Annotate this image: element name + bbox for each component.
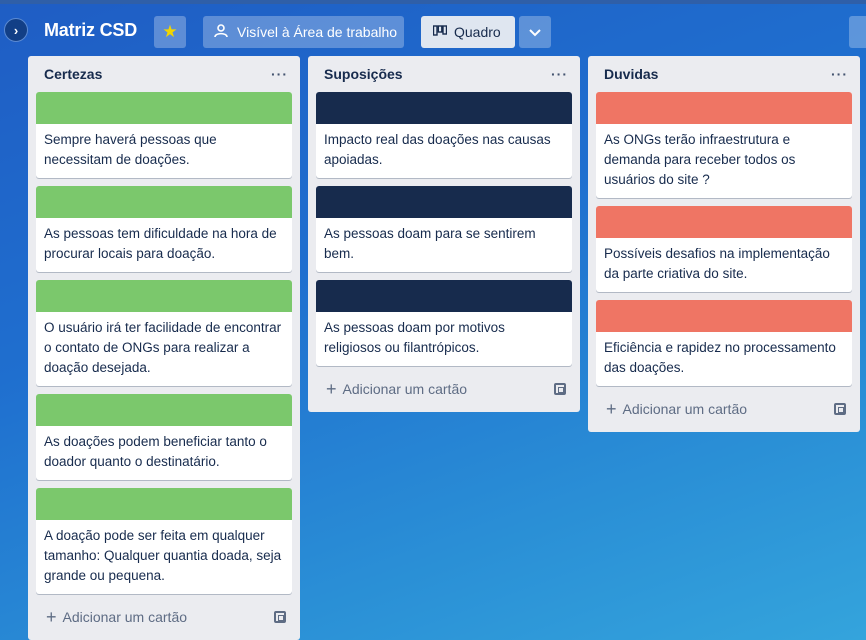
add-card-label: Adicionar um cartão — [622, 401, 748, 417]
list-footer: + Adicionar um cartão — [36, 602, 292, 632]
card[interactable]: As pessoas doam por motivos religiosos o… — [316, 280, 572, 366]
card-cover — [36, 394, 292, 426]
list-footer: + Adicionar um cartão — [316, 374, 572, 404]
add-card-button[interactable]: + Adicionar um cartão — [606, 399, 748, 419]
list-header: Duvidas ··· — [596, 56, 852, 92]
card-cover — [36, 92, 292, 124]
card-title: Impacto real das doações nas causas apoi… — [324, 132, 551, 167]
card-cover — [316, 92, 572, 124]
card[interactable]: Eficiência e rapidez no processamento da… — [596, 300, 852, 386]
view-dropdown-button[interactable] — [519, 16, 551, 48]
list-title[interactable]: Suposições — [324, 66, 403, 82]
card-cover — [36, 280, 292, 312]
star-icon: ★ — [162, 22, 178, 41]
list-title[interactable]: Certezas — [44, 66, 102, 82]
card-title: Eficiência e rapidez no processamento da… — [604, 340, 836, 375]
more-options-icon[interactable]: ··· — [831, 66, 848, 82]
card-cover — [36, 488, 292, 520]
card[interactable]: As doações podem beneficiar tanto o doad… — [36, 394, 292, 480]
card-title: Possíveis desafios na implementação da p… — [604, 246, 830, 281]
list-footer: + Adicionar um cartão — [596, 394, 852, 424]
list-header: Suposições ··· — [316, 56, 572, 92]
chevron-right-icon: › — [13, 22, 19, 38]
more-options-icon[interactable]: ··· — [271, 66, 288, 82]
card[interactable]: As pessoas tem dificuldade na hora de pr… — [36, 186, 292, 272]
card-cover — [596, 206, 852, 238]
star-button[interactable]: ★ — [154, 16, 186, 48]
visibility-button[interactable]: Visível à Área de trabalho — [203, 16, 404, 48]
card-title: As pessoas tem dificuldade na hora de pr… — [44, 226, 277, 261]
card-template-icon[interactable] — [834, 403, 846, 415]
more-options-icon[interactable]: ··· — [551, 66, 568, 82]
card-title: As ONGs terão infraestrutura e demanda p… — [604, 132, 796, 187]
card[interactable]: As ONGs terão infraestrutura e demanda p… — [596, 92, 852, 198]
card-title: Sempre haverá pessoas que necessitam de … — [44, 132, 217, 167]
add-card-label: Adicionar um cartão — [342, 381, 468, 397]
add-card-button[interactable]: + Adicionar um cartão — [46, 607, 188, 627]
plus-icon: + — [46, 607, 57, 627]
card[interactable]: O usuário irá ter facilidade de encontra… — [36, 280, 292, 386]
plus-icon: + — [326, 379, 337, 399]
list-2: Duvidas ··· As ONGs terão infraestrutura e… — [588, 56, 860, 432]
card-template-icon[interactable] — [554, 383, 566, 395]
visibility-label: Visível à Área de trabalho — [237, 24, 398, 40]
add-card-button[interactable]: + Adicionar um cartão — [326, 379, 468, 399]
card-title: As pessoas doam por motivos religiosos o… — [324, 320, 505, 355]
card-cover — [36, 186, 292, 218]
card[interactable]: Possíveis desafios na implementação da p… — [596, 206, 852, 292]
list-1: Suposições ··· Impacto real das doações na… — [308, 56, 580, 412]
people-icon — [213, 23, 229, 41]
header-right-button[interactable] — [849, 16, 866, 48]
sidebar-toggle-button[interactable]: › — [4, 18, 28, 42]
card-cover — [596, 300, 852, 332]
card-title: A doação pode ser feita em qualquer tama… — [44, 528, 282, 583]
card-cover — [596, 92, 852, 124]
board-view-button[interactable]: Quadro — [421, 16, 515, 48]
list-0: Certezas ··· Sempre haverá pessoas que nec… — [28, 56, 300, 640]
plus-icon: + — [606, 399, 617, 419]
card-template-icon[interactable] — [274, 611, 286, 623]
card[interactable]: A doação pode ser feita em qualquer tama… — [36, 488, 292, 594]
board-view-label: Quadro — [454, 24, 501, 40]
chevron-down-icon — [529, 24, 541, 40]
card-title: As doações podem beneficiar tanto o doad… — [44, 434, 267, 469]
card-cover — [316, 280, 572, 312]
card[interactable]: As pessoas doam para se sentirem bem. — [316, 186, 572, 272]
list-header: Certezas ··· — [36, 56, 292, 92]
board-icon — [432, 24, 448, 40]
card[interactable]: Sempre haverá pessoas que necessitam de … — [36, 92, 292, 178]
card-title: O usuário irá ter facilidade de encontra… — [44, 320, 282, 375]
card-title: As pessoas doam para se sentirem bem. — [324, 226, 536, 261]
list-title[interactable]: Duvidas — [604, 66, 658, 82]
add-card-label: Adicionar um cartão — [62, 609, 188, 625]
board-title[interactable]: Matriz CSD — [44, 20, 137, 41]
card[interactable]: Impacto real das doações nas causas apoi… — [316, 92, 572, 178]
card-cover — [316, 186, 572, 218]
board-header: › Matriz CSD ★ Visível à Área de trabalh… — [0, 0, 866, 58]
